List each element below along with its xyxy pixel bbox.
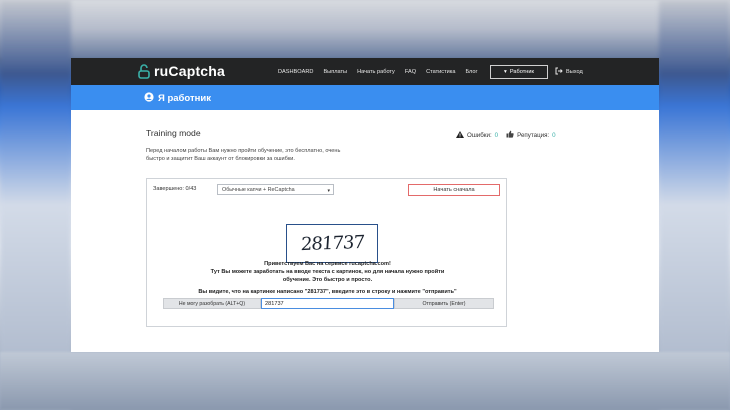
errors-label: Ошибки:: [467, 131, 492, 139]
captcha-type-value: Обычные капчи + ReCaptcha: [222, 187, 295, 193]
main-nav: DASHBOARD Выплаты Начать работу FAQ Стат…: [278, 58, 488, 85]
instruction-text: Вы видите, что на картинке написано "281…: [198, 289, 457, 295]
worker-dropdown-button[interactable]: ▾ Работник: [490, 65, 548, 79]
nav-statistics[interactable]: Статистика: [426, 69, 455, 75]
thumbs-up-icon: [506, 130, 514, 140]
blurred-background-right: [659, 0, 730, 410]
nav-payouts[interactable]: Выплаты: [323, 69, 347, 75]
reputation-stat: Репутация: 0: [506, 130, 556, 140]
nav-faq[interactable]: FAQ: [405, 69, 416, 75]
nav-blog[interactable]: Блог: [465, 69, 477, 75]
top-navbar: ruCaptcha DASHBOARD Выплаты Начать работ…: [71, 58, 659, 85]
logout-icon: [555, 67, 563, 77]
logout-label: Выход: [566, 68, 583, 75]
page-title: Training mode: [146, 128, 201, 138]
welcome-line: Приветствуем Вас на сервисе rucaptcha.co…: [264, 261, 391, 267]
brand-logo[interactable]: ruCaptcha: [138, 63, 225, 79]
blurred-background-top: [0, 0, 730, 58]
warning-icon: [456, 130, 464, 140]
welcome-line: обучение. Это быстро и просто.: [282, 277, 373, 283]
welcome-message: Приветствуем Вас на сервисе rucaptcha.co…: [147, 260, 508, 284]
answer-input[interactable]: [261, 298, 394, 309]
page-header: Я работник: [144, 92, 211, 105]
cant-read-button[interactable]: Не могу разобрать (ALT+Q): [163, 298, 261, 309]
browser-page: ruCaptcha DASHBOARD Выплаты Начать работ…: [71, 58, 659, 352]
captcha-image-text: 281737: [299, 231, 365, 256]
page-header-title: Я работник: [158, 93, 211, 104]
nav-dashboard[interactable]: DASHBOARD: [278, 69, 313, 75]
welcome-line: Тут Вы можете заработать на вводе текста…: [210, 269, 445, 275]
user-circle-icon: [144, 92, 154, 105]
intro-text: Перед началом работы Вам нужно пройти об…: [146, 148, 341, 162]
page-header-band: Я работник: [71, 85, 659, 110]
progress-counter: Завершено: 0/43: [153, 186, 197, 192]
send-button[interactable]: Отправить (Enter): [394, 298, 494, 309]
padlock-icon: [138, 63, 150, 79]
answer-row: Не могу разобрать (ALT+Q) Отправить (Ent…: [163, 298, 494, 309]
brand-name: ruCaptcha: [154, 63, 226, 79]
captcha-image: 281737: [286, 224, 378, 263]
reputation-value: 0: [552, 131, 556, 139]
blurred-background-bottom: [0, 352, 730, 410]
restart-button[interactable]: Начать сначала: [408, 184, 500, 196]
logout-link[interactable]: Выход: [555, 58, 583, 85]
caret-down-icon: ▾: [504, 69, 507, 75]
errors-stat: Ошибки: 0: [456, 130, 499, 140]
chevron-down-icon: ▾: [327, 188, 330, 194]
worker-button-label: Работник: [509, 69, 534, 75]
captcha-type-select[interactable]: Обычные капчи + ReCaptcha ▾: [217, 184, 334, 195]
errors-value: 0: [494, 131, 499, 139]
nav-start-work[interactable]: Начать работу: [357, 69, 395, 75]
stats-bar: Ошибки: 0 Репутация: 0: [456, 130, 556, 140]
training-panel: Завершено: 0/43 Обычные капчи + ReCaptch…: [146, 178, 507, 327]
blurred-background-left: [0, 0, 71, 410]
reputation-label: Репутация:: [517, 131, 550, 139]
